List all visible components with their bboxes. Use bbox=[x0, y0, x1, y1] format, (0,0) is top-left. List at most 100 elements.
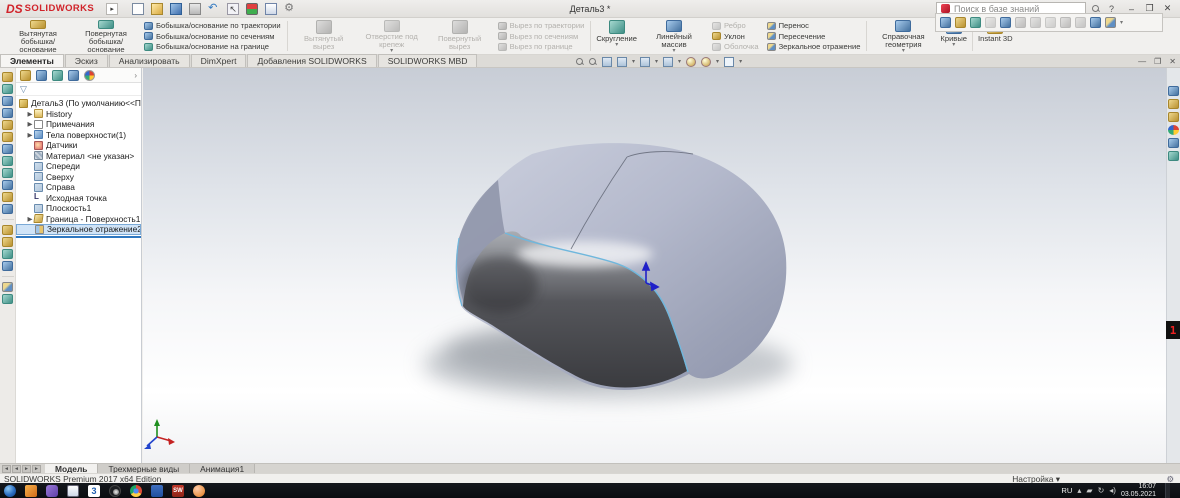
section-view-icon[interactable] bbox=[617, 56, 627, 67]
reference-geometry-button[interactable]: Справочная геометрия ▾ bbox=[869, 18, 937, 54]
view-settings-icon[interactable] bbox=[724, 56, 735, 67]
tree-item-material[interactable]: Материал <не указан> bbox=[16, 151, 141, 162]
file-properties-icon[interactable] bbox=[265, 2, 278, 15]
tree-item-front-plane[interactable]: Спереди bbox=[16, 161, 141, 172]
revolved-boss-button[interactable]: Повернутая бобышка/основание bbox=[72, 18, 140, 54]
tree-item-boundary-surface[interactable]: ▶ Граница - Поверхность1 bbox=[16, 214, 141, 225]
doc-restore-button[interactable]: ❐ bbox=[1154, 57, 1161, 66]
tree-item-surface-bodies[interactable]: ▶ Тела поверхности(1) bbox=[16, 130, 141, 141]
design-library-icon[interactable] bbox=[1168, 99, 1179, 109]
tree-item-mirror[interactable]: Зеркальное отражение2 bbox=[16, 224, 141, 235]
tab-mbd[interactable]: SOLIDWORKS MBD bbox=[377, 54, 478, 67]
open-icon[interactable] bbox=[151, 2, 164, 15]
tray-flag-icon[interactable]: ▰ bbox=[1086, 486, 1092, 495]
mini-toolbar-icon[interactable] bbox=[1045, 17, 1056, 28]
mini-toolbar-icon[interactable] bbox=[970, 17, 981, 28]
tree-item-right-plane[interactable]: Справа bbox=[16, 182, 141, 193]
mini-toolbar-icon[interactable] bbox=[1075, 17, 1086, 28]
rollback-bar[interactable] bbox=[16, 235, 141, 238]
surface-tool-icon[interactable] bbox=[2, 120, 13, 130]
appearances-icon[interactable] bbox=[1168, 125, 1179, 135]
tab-animation1[interactable]: Анимация1 bbox=[190, 463, 256, 474]
custom-properties-icon[interactable] bbox=[1168, 151, 1179, 161]
extruded-cut-button[interactable]: Вытянутый вырез bbox=[290, 18, 358, 54]
mini-toolbar-icon[interactable] bbox=[985, 17, 996, 28]
surface-tool-icon[interactable] bbox=[2, 108, 13, 118]
taskbar-chrome-icon[interactable] bbox=[130, 484, 142, 497]
tree-item-sensors[interactable]: Датчики bbox=[16, 140, 141, 151]
mini-toolbar-icon[interactable] bbox=[1000, 17, 1011, 28]
hole-wizard-button[interactable]: Отверстие под крепеж ▾ bbox=[358, 18, 426, 54]
panel-expand-chevron[interactable]: › bbox=[134, 71, 137, 80]
tree-item-history[interactable]: ▶ History bbox=[16, 109, 141, 120]
intersect-button[interactable]: Пересечение bbox=[766, 32, 861, 41]
zoom-to-area-icon[interactable] bbox=[589, 57, 597, 66]
zoom-to-fit-icon[interactable] bbox=[576, 57, 584, 66]
taskbar-clock[interactable]: 16:07 03.05.2021 bbox=[1121, 483, 1156, 498]
view-palette-icon[interactable] bbox=[1168, 138, 1179, 148]
new-file-icon[interactable] bbox=[132, 2, 145, 15]
taskbar-media-player-icon[interactable] bbox=[25, 484, 37, 497]
dimxpert-manager-tab-icon[interactable] bbox=[68, 69, 79, 81]
linear-pattern-button[interactable]: Линейный массив ▾ bbox=[640, 18, 708, 54]
lofted-cut-button[interactable]: Вырез по сечениям bbox=[497, 32, 585, 41]
move-button[interactable]: Перенос bbox=[766, 21, 861, 30]
taskbar-document-app-icon[interactable] bbox=[67, 484, 79, 497]
surface-tool-icon[interactable] bbox=[2, 132, 13, 142]
mini-toolbar-icon[interactable] bbox=[1105, 17, 1116, 28]
mini-toolbar-icon[interactable] bbox=[1015, 17, 1026, 28]
taskbar-recorder-icon[interactable] bbox=[193, 484, 205, 497]
display-manager-tab-icon[interactable] bbox=[84, 69, 95, 81]
file-explorer-icon[interactable] bbox=[1168, 112, 1179, 122]
surface-tool-icon[interactable] bbox=[2, 192, 13, 202]
doc-minimize-button[interactable]: — bbox=[1138, 57, 1146, 66]
menu-flyout-button[interactable]: ▸ bbox=[106, 2, 119, 15]
swept-boss-button[interactable]: Бобышка/основание по траектории bbox=[144, 21, 281, 30]
previous-view-icon[interactable] bbox=[602, 56, 612, 67]
surface-tool-icon[interactable] bbox=[2, 294, 13, 304]
tab-3d-views[interactable]: Трехмерные виды bbox=[98, 463, 191, 474]
language-indicator[interactable]: RU bbox=[1061, 486, 1072, 495]
tab-sketch[interactable]: Эскиз bbox=[64, 54, 108, 67]
tray-expand-icon[interactable]: ▴ bbox=[1077, 486, 1081, 495]
boundary-cut-button[interactable]: Вырез по границе bbox=[497, 42, 585, 51]
surface-tool-icon[interactable] bbox=[2, 96, 13, 106]
start-button[interactable] bbox=[4, 484, 16, 497]
tree-item-annotations[interactable]: ▶ Примечания bbox=[16, 119, 141, 130]
status-gear-icon[interactable]: ⚙ bbox=[1166, 474, 1174, 484]
tab-addins[interactable]: Добавления SOLIDWORKS bbox=[247, 54, 377, 67]
select-icon[interactable]: ↖ bbox=[227, 2, 240, 15]
taskbar-viber-icon[interactable] bbox=[46, 484, 58, 497]
volume-icon[interactable]: ◂) bbox=[1109, 486, 1116, 495]
help-button[interactable]: ? bbox=[1106, 4, 1117, 14]
tree-item-origin[interactable]: L Исходная точка bbox=[16, 193, 141, 204]
save-icon[interactable] bbox=[170, 2, 183, 15]
tab-nav-last[interactable]: ► bbox=[32, 464, 41, 473]
feature-manager-tab-icon[interactable] bbox=[20, 69, 31, 81]
tree-root[interactable]: Деталь3 (По умолчанию<<По умолча bbox=[16, 98, 141, 109]
doc-close-button[interactable]: ✕ bbox=[1169, 57, 1176, 66]
options-gear-icon[interactable]: ⚙ bbox=[284, 2, 296, 15]
surface-tool-icon[interactable] bbox=[2, 168, 13, 178]
property-manager-tab-icon[interactable] bbox=[36, 69, 47, 81]
surface-tool-icon[interactable] bbox=[2, 72, 13, 82]
extruded-boss-button[interactable]: Вытянутая бобышка/основание bbox=[4, 18, 72, 54]
surface-tool-icon[interactable] bbox=[2, 156, 13, 166]
tree-item-plane1[interactable]: Плоскость1 bbox=[16, 203, 141, 214]
tab-features[interactable]: Элементы bbox=[0, 54, 64, 67]
tab-model[interactable]: Модель bbox=[45, 463, 99, 474]
surface-tool-icon[interactable] bbox=[2, 237, 13, 247]
view-orientation-icon[interactable] bbox=[640, 56, 651, 67]
show-desktop-button[interactable] bbox=[1165, 483, 1170, 498]
display-style-icon[interactable] bbox=[663, 56, 674, 67]
mini-toolbar-icon[interactable] bbox=[940, 17, 951, 28]
solidworks-resources-icon[interactable] bbox=[1168, 86, 1179, 96]
tab-nav-first[interactable]: ◄ bbox=[2, 464, 11, 473]
surface-tool-icon[interactable] bbox=[2, 204, 13, 214]
shell-button[interactable]: Оболочка bbox=[712, 42, 759, 51]
taskbar-bandicam-icon[interactable]: 3 bbox=[88, 484, 100, 497]
mini-toolbar-icon[interactable] bbox=[1090, 17, 1101, 28]
configuration-manager-tab-icon[interactable] bbox=[52, 69, 63, 81]
surface-tool-icon[interactable] bbox=[2, 180, 13, 190]
surface-tool-icon[interactable] bbox=[2, 282, 13, 292]
